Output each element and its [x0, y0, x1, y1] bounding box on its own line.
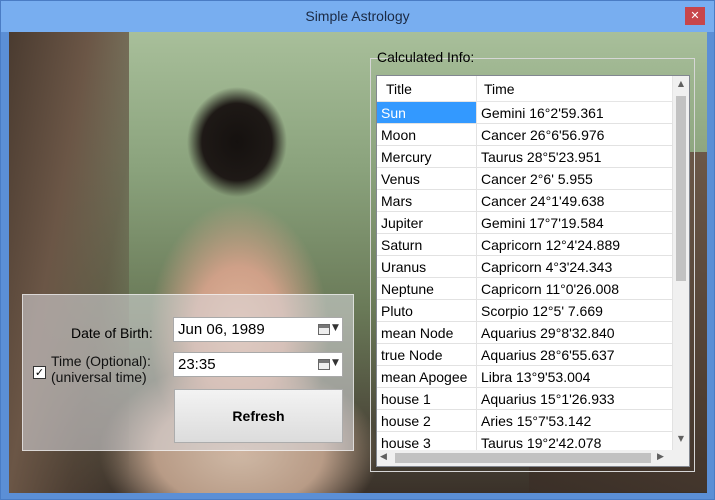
horizontal-scrollbar[interactable]: ◀ ▶	[377, 450, 673, 466]
time-label-line1: Time (Optional):	[51, 353, 151, 369]
table-row[interactable]: Neptune Capricorn 11°0'26.008	[377, 278, 673, 300]
row-time: Capricorn 11°0'26.008	[477, 278, 673, 300]
column-header-time[interactable]: Time	[477, 76, 673, 102]
table-row[interactable]: true Node Aquarius 28°6'55.637	[377, 344, 673, 366]
title-bar[interactable]: Simple Astrology ✕	[1, 1, 714, 32]
table-row[interactable]: Moon Cancer 26°6'56.976	[377, 124, 673, 146]
row-time: Libra 13°9'53.004	[477, 366, 673, 388]
date-of-birth-label: Date of Birth:	[71, 325, 153, 341]
row-title: Saturn	[377, 234, 477, 256]
table-row[interactable]: Jupiter Gemini 17°7'19.584	[377, 212, 673, 234]
vertical-scroll-thumb[interactable]	[676, 96, 686, 281]
row-title: house 2	[377, 410, 477, 432]
table-row[interactable]: mean Apogee Libra 13°9'53.004	[377, 366, 673, 388]
row-title: Pluto	[377, 300, 477, 322]
row-time: Cancer 2°6' 5.955	[477, 168, 673, 190]
table-row[interactable]: house 1 Aquarius 15°1'26.933	[377, 388, 673, 410]
row-title: mean Node	[377, 322, 477, 344]
app-window: Simple Astrology ✕ Date of Birth: Jun 06…	[0, 0, 715, 500]
scroll-left-icon[interactable]: ◀	[380, 452, 387, 462]
row-time: Gemini 17°7'19.584	[477, 212, 673, 234]
row-title: Venus	[377, 168, 477, 190]
row-time: Cancer 24°1'49.638	[477, 190, 673, 212]
vertical-scrollbar[interactable]: ▲ ▼	[673, 76, 689, 450]
row-title: Mercury	[377, 146, 477, 168]
calculated-info-list[interactable]: Title Time Sun Gemini 16°2'59.361 Moon Canc…	[376, 75, 690, 467]
row-time: Aquarius 29°8'32.840	[477, 322, 673, 344]
row-time: Scorpio 12°5' 7.669	[477, 300, 673, 322]
row-time: Aries 15°7'53.142	[477, 410, 673, 432]
table-row[interactable]: Venus Cancer 2°6' 5.955	[377, 168, 673, 190]
birth-input-panel: Date of Birth: Jun 06, 1989 ▼ ✓ Time (Op…	[22, 294, 354, 451]
row-time: Aquarius 28°6'55.637	[477, 344, 673, 366]
date-of-birth-picker[interactable]: Jun 06, 1989 ▼	[173, 317, 343, 342]
table-row[interactable]: house 2 Aries 15°7'53.142	[377, 410, 673, 432]
row-title: Moon	[377, 124, 477, 146]
scrollbar-corner	[673, 450, 689, 466]
chevron-down-icon[interactable]: ▼	[332, 323, 339, 333]
table-row[interactable]: Saturn Capricorn 12°4'24.889	[377, 234, 673, 256]
refresh-button[interactable]: Refresh	[174, 389, 343, 443]
time-optional-checkbox[interactable]: ✓	[33, 366, 46, 379]
row-title: Mars	[377, 190, 477, 212]
row-title: Jupiter	[377, 212, 477, 234]
time-label-line2: (universal time)	[51, 369, 147, 385]
list-body: Sun Gemini 16°2'59.361 Moon Cancer 26°6'56.…	[377, 102, 673, 454]
background-photo: Date of Birth: Jun 06, 1989 ▼ ✓ Time (Op…	[9, 32, 707, 493]
row-time: Gemini 16°2'59.361	[477, 102, 673, 124]
row-time: Capricorn 12°4'24.889	[477, 234, 673, 256]
horizontal-scroll-thumb[interactable]	[395, 453, 651, 463]
list-header: Title Time	[377, 76, 673, 102]
chevron-down-icon[interactable]: ▼	[332, 358, 339, 368]
scroll-right-icon[interactable]: ▶	[657, 452, 664, 462]
row-title: mean Apogee	[377, 366, 477, 388]
row-time: Taurus 28°5'23.951	[477, 146, 673, 168]
row-title: house 1	[377, 388, 477, 410]
time-label: Time (Optional): (universal time)	[51, 353, 151, 385]
table-row[interactable]: mean Node Aquarius 29°8'32.840	[377, 322, 673, 344]
close-icon: ✕	[690, 9, 700, 22]
row-time: Cancer 26°6'56.976	[477, 124, 673, 146]
row-title: Sun	[377, 102, 477, 124]
scroll-down-icon[interactable]: ▼	[673, 434, 689, 448]
check-icon: ✓	[34, 366, 45, 379]
calendar-icon[interactable]	[318, 359, 330, 370]
row-time: Capricorn 4°3'24.343	[477, 256, 673, 278]
date-of-birth-value: Jun 06, 1989	[178, 321, 265, 338]
scroll-up-icon[interactable]: ▲	[673, 79, 689, 93]
time-value: 23:35	[178, 356, 216, 373]
calculated-info-label: Calculated Info:	[377, 49, 475, 65]
row-title: Uranus	[377, 256, 477, 278]
table-row[interactable]: Uranus Capricorn 4°3'24.343	[377, 256, 673, 278]
close-button[interactable]: ✕	[685, 7, 705, 25]
table-row[interactable]: Mercury Taurus 28°5'23.951	[377, 146, 673, 168]
row-title: Neptune	[377, 278, 477, 300]
calendar-icon[interactable]	[318, 324, 330, 335]
table-row[interactable]: Mars Cancer 24°1'49.638	[377, 190, 673, 212]
table-row[interactable]: Pluto Scorpio 12°5' 7.669	[377, 300, 673, 322]
time-picker[interactable]: 23:35 ▼	[173, 352, 343, 377]
window-title: Simple Astrology	[305, 8, 410, 24]
column-header-title[interactable]: Title	[377, 76, 477, 102]
row-time: Aquarius 15°1'26.933	[477, 388, 673, 410]
table-row[interactable]: Sun Gemini 16°2'59.361	[377, 102, 673, 124]
row-title: true Node	[377, 344, 477, 366]
